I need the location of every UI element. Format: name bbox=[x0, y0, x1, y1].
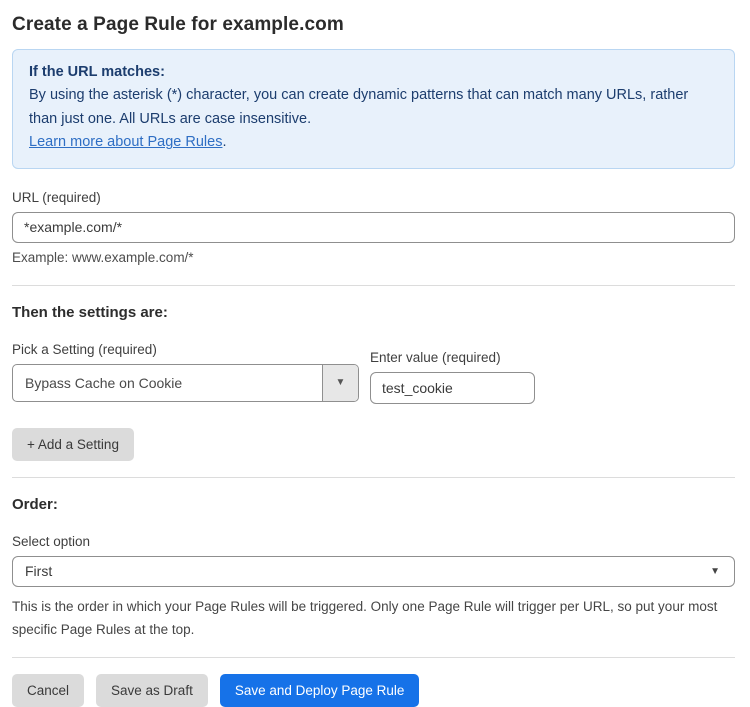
info-box-body: By using the asterisk (*) character, you… bbox=[29, 84, 718, 131]
cancel-button[interactable]: Cancel bbox=[12, 674, 84, 707]
save-deploy-button[interactable]: Save and Deploy Page Rule bbox=[220, 674, 420, 707]
chevron-down-icon: ▼ bbox=[336, 377, 346, 388]
save-draft-button[interactable]: Save as Draft bbox=[96, 674, 208, 707]
divider bbox=[12, 477, 735, 478]
divider bbox=[12, 657, 735, 658]
settings-section-heading: Then the settings are: bbox=[12, 304, 735, 321]
setting-dropdown[interactable]: Bypass Cache on Cookie ▼ bbox=[12, 364, 359, 402]
order-select-label: Select option bbox=[12, 534, 735, 549]
add-setting-button[interactable]: + Add a Setting bbox=[12, 428, 134, 461]
url-example-helper: Example: www.example.com/* bbox=[12, 250, 735, 265]
setting-value-column: Enter value (required) bbox=[370, 321, 535, 404]
setting-dropdown-value: Bypass Cache on Cookie bbox=[13, 365, 322, 401]
settings-row: Pick a Setting (required) Bypass Cache o… bbox=[12, 321, 735, 404]
setting-picker-column: Pick a Setting (required) Bypass Cache o… bbox=[12, 321, 359, 402]
create-page-rule-panel: Create a Page Rule for example.com If th… bbox=[0, 0, 750, 707]
pick-setting-label: Pick a Setting (required) bbox=[12, 342, 359, 357]
divider bbox=[12, 285, 735, 286]
page-title: Create a Page Rule for example.com bbox=[12, 14, 735, 36]
order-select[interactable]: First ▼ bbox=[12, 556, 735, 587]
learn-more-link[interactable]: Learn more about Page Rules bbox=[29, 134, 222, 150]
url-label: URL (required) bbox=[12, 190, 735, 205]
url-input[interactable] bbox=[12, 212, 735, 243]
url-match-info-box: If the URL matches: By using the asteris… bbox=[12, 49, 735, 169]
info-box-heading: If the URL matches: bbox=[29, 61, 718, 84]
link-suffix: . bbox=[222, 134, 226, 150]
chevron-down-icon: ▼ bbox=[710, 566, 720, 577]
enter-value-label: Enter value (required) bbox=[370, 350, 535, 365]
info-box-link-row: Learn more about Page Rules. bbox=[29, 131, 718, 154]
footer-actions: Cancel Save as Draft Save and Deploy Pag… bbox=[12, 674, 735, 707]
order-helper-text: This is the order in which your Page Rul… bbox=[12, 595, 732, 641]
setting-dropdown-button[interactable]: ▼ bbox=[322, 365, 358, 401]
order-select-value: First bbox=[25, 563, 52, 579]
setting-value-input[interactable] bbox=[370, 372, 535, 404]
order-section-heading: Order: bbox=[12, 496, 735, 513]
